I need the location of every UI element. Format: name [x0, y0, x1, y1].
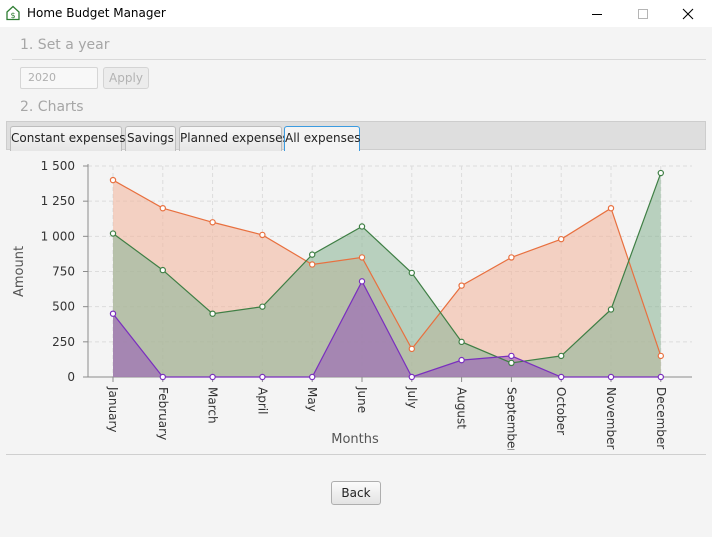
tab-constant-expenses[interactable]: Constant expenses [10, 126, 126, 151]
chart-tab-bar: Constant expenses Savings Planned expens… [6, 121, 706, 151]
data-point [657, 169, 665, 177]
close-icon [682, 8, 694, 19]
data-point [259, 231, 266, 239]
minimize-button[interactable] [574, 0, 620, 27]
y-tick-label: 0 [67, 370, 75, 384]
data-point [657, 373, 665, 381]
data-point [558, 352, 565, 360]
data-point [657, 352, 665, 360]
x-axis-title: Months [331, 432, 379, 447]
x-tick-label: September [504, 387, 518, 450]
data-point [209, 310, 216, 317]
x-tick-label: November [604, 387, 618, 449]
money-house-icon: $ [5, 5, 21, 21]
tab-savings[interactable]: Savings [125, 126, 176, 151]
data-point [309, 261, 316, 268]
window-title: Home Budget Manager [27, 6, 166, 20]
section-charts-title: 2. Charts [20, 99, 84, 115]
y-tick-label: 1 500 [41, 159, 75, 173]
data-point [458, 356, 465, 364]
data-point [109, 230, 117, 237]
data-point [159, 373, 166, 381]
data-point [558, 373, 565, 381]
data-point [259, 303, 266, 310]
x-tick-label: April [255, 387, 269, 414]
divider [12, 59, 706, 60]
y-axis-title: Amount [12, 246, 27, 297]
all-expenses-area-chart: 0 250 500 750 1 000 1 250 1 500 January February… [12, 159, 692, 450]
data-point [109, 310, 117, 317]
data-point [209, 219, 216, 226]
data-point [209, 373, 216, 381]
x-tick-label: May [305, 387, 319, 412]
maximize-icon [638, 8, 648, 19]
x-tick-label: December [654, 387, 668, 449]
data-point [259, 373, 266, 381]
data-point [607, 306, 615, 313]
data-point [408, 345, 415, 353]
bottom-divider [6, 454, 706, 455]
data-point [408, 269, 415, 277]
data-point [508, 359, 515, 367]
data-point [508, 352, 515, 360]
data-point [309, 373, 316, 381]
data-point [109, 176, 117, 184]
data-point [358, 223, 366, 230]
data-point [458, 282, 465, 289]
maximize-button[interactable] [620, 0, 666, 27]
y-tick-label: 1 000 [41, 229, 75, 243]
section-set-year-title: 1. Set a year [20, 37, 110, 53]
minimize-icon [592, 13, 602, 15]
title-bar: $ Home Budget Manager [0, 0, 712, 27]
x-tick-label: March [206, 387, 220, 424]
x-tick-label: January [106, 386, 120, 433]
x-tick-label: February [156, 387, 170, 440]
data-point [159, 205, 166, 212]
y-tick-label: 750 [52, 265, 75, 279]
y-tick-label: 500 [52, 300, 75, 314]
tab-planned-expenses[interactable]: Planned expenses [179, 126, 289, 151]
data-point [358, 254, 366, 261]
data-point [309, 251, 316, 258]
apply-button[interactable]: Apply [103, 67, 149, 89]
data-point [358, 278, 366, 285]
close-button[interactable] [665, 0, 711, 27]
back-button[interactable]: Back [331, 481, 381, 505]
x-tick-label: October [554, 387, 568, 435]
y-tick-label: 250 [52, 335, 75, 349]
tab-all-expenses[interactable]: All expenses [284, 126, 360, 151]
data-point [458, 338, 465, 346]
data-point [558, 235, 565, 243]
data-point [607, 205, 615, 212]
data-point [607, 373, 615, 381]
data-point [408, 373, 415, 381]
y-tick-label: 1 250 [41, 194, 75, 208]
svg-text:$: $ [10, 11, 15, 20]
x-tick-label: July [405, 386, 419, 409]
data-point [508, 254, 515, 261]
x-tick-label: August [455, 387, 469, 429]
year-input[interactable]: 2020 [20, 67, 98, 89]
data-point [159, 266, 166, 274]
x-tick-label: June [355, 386, 369, 413]
